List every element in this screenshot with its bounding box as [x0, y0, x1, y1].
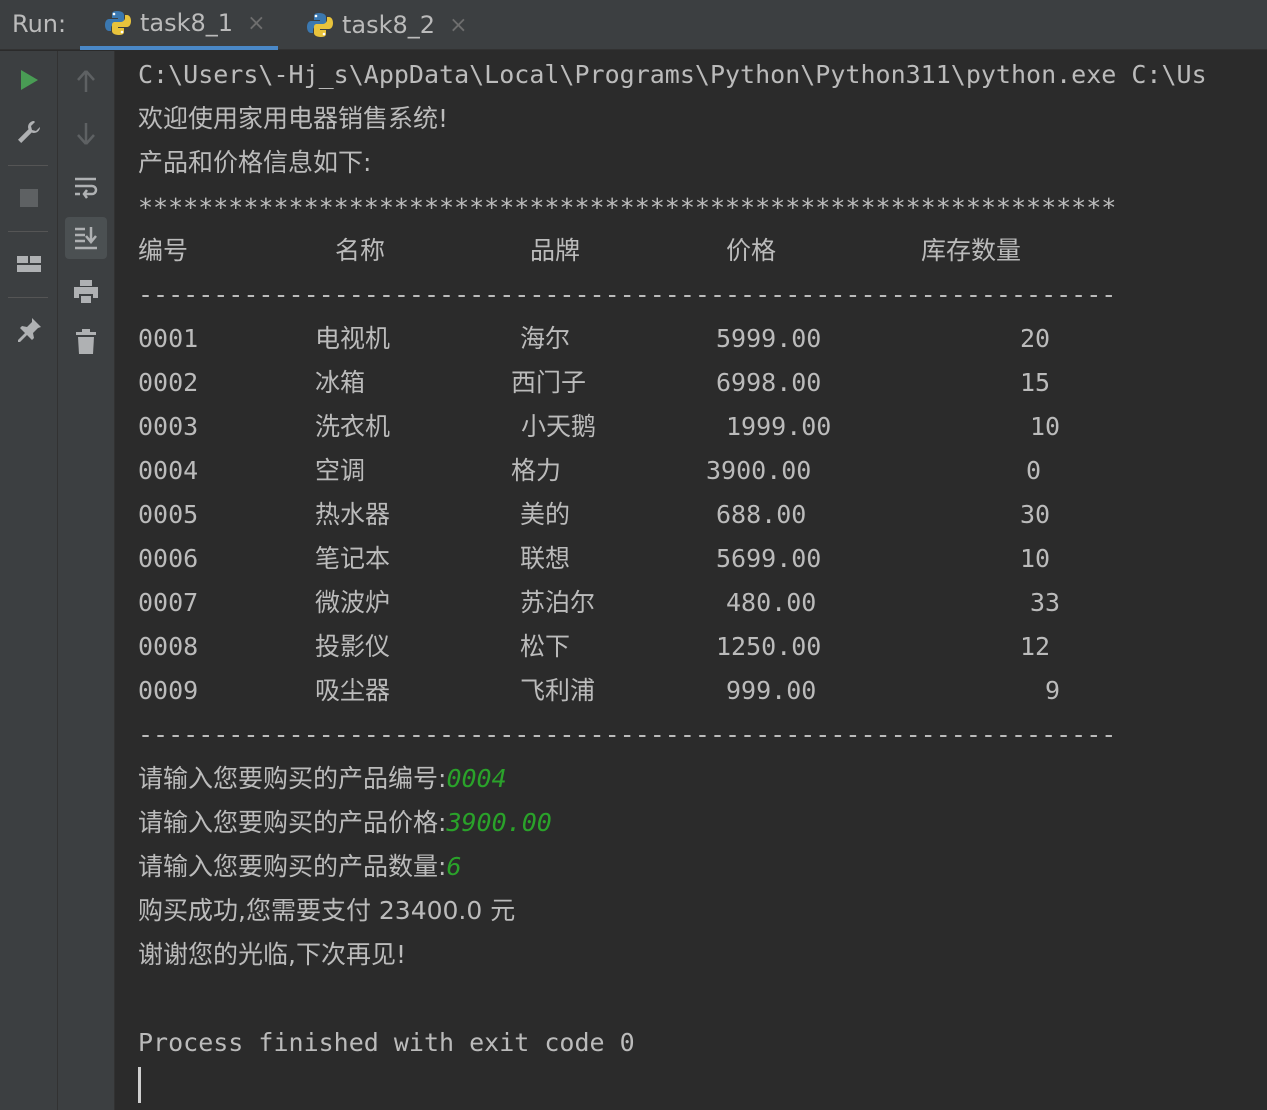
info-heading: 产品和价格信息如下: — [138, 148, 372, 177]
user-input-id: 0004 — [446, 764, 507, 793]
rerun-icon[interactable] — [8, 59, 50, 101]
table-header-id: 编号 — [138, 236, 189, 265]
toolbar-divider — [8, 297, 48, 298]
layout-icon[interactable] — [8, 243, 50, 285]
row-brand: 松下 — [520, 632, 571, 661]
exit-message: Process finished with exit code 0 — [138, 1028, 635, 1057]
row-stock: 9 — [1045, 676, 1061, 705]
prompt-text: 请输入您要购买的产品价格: — [138, 808, 447, 837]
row-brand: 美的 — [520, 500, 571, 529]
tab-label: task8_2 — [342, 11, 436, 39]
row-price: 480.00 — [726, 588, 817, 617]
row-price: 999.00 — [726, 676, 817, 705]
run-label: Run: — [12, 10, 67, 38]
row-price: 6998.00 — [716, 368, 822, 397]
toolbar-divider — [8, 231, 48, 232]
row-name: 笔记本 — [315, 544, 391, 573]
run-toolbar — [0, 51, 57, 1110]
table-header-brand: 品牌 — [530, 236, 581, 265]
dash-separator: ----------------------------------------… — [138, 280, 1117, 309]
row-brand: 联想 — [520, 544, 571, 573]
row-name: 吸尘器 — [315, 676, 391, 705]
prompt-product-price: 请输入您要购买的产品价格:3900.00 — [138, 808, 552, 838]
row-id: 0007 — [138, 588, 199, 617]
row-stock: 10 — [1020, 544, 1051, 573]
row-stock: 10 — [1030, 412, 1061, 441]
row-name: 洗衣机 — [315, 412, 391, 441]
table-header-price: 价格 — [726, 236, 777, 265]
row-stock: 33 — [1030, 588, 1061, 617]
purchase-success-line: 购买成功,您需要支付 23400.0 元 — [138, 896, 516, 925]
row-price: 5699.00 — [716, 544, 822, 573]
row-price: 1250.00 — [716, 632, 822, 661]
row-id: 0005 — [138, 500, 199, 529]
python-icon — [105, 11, 131, 35]
up-arrow-icon[interactable] — [65, 60, 107, 102]
console-output[interactable]: C:\Users\-Hj_s\AppData\Local\Programs\Py… — [115, 51, 1267, 1110]
stars-separator: ****************************************… — [138, 193, 1117, 222]
row-stock: 20 — [1020, 324, 1051, 353]
row-name: 热水器 — [315, 500, 391, 529]
text-caret — [138, 1067, 141, 1103]
down-arrow-icon[interactable] — [65, 113, 107, 155]
row-stock: 0 — [1026, 456, 1042, 485]
row-price: 3900.00 — [706, 456, 812, 485]
row-stock: 15 — [1020, 368, 1051, 397]
tab-task8-1[interactable]: task8_1 × — [80, 0, 278, 50]
prompt-text: 请输入您要购买的产品编号: — [138, 764, 447, 793]
toolbar-divider — [8, 165, 48, 166]
row-id: 0002 — [138, 368, 199, 397]
row-name: 投影仪 — [315, 632, 391, 661]
welcome-line: 欢迎使用家用电器销售系统! — [138, 104, 449, 133]
row-stock: 30 — [1020, 500, 1051, 529]
prompt-text: 请输入您要购买的产品数量: — [138, 852, 447, 881]
print-icon[interactable] — [65, 271, 107, 313]
row-id: 0001 — [138, 324, 199, 353]
row-id: 0006 — [138, 544, 199, 573]
row-brand: 格力 — [511, 456, 562, 485]
pin-icon[interactable] — [8, 309, 50, 351]
tab-task8-2[interactable]: task8_2 × — [282, 0, 472, 50]
row-id: 0008 — [138, 632, 199, 661]
prompt-product-id: 请输入您要购买的产品编号:0004 — [138, 764, 507, 794]
farewell-line: 谢谢您的光临,下次再见! — [138, 940, 406, 969]
close-icon[interactable]: × — [247, 11, 265, 36]
run-tool-window-header: Run: task8_1 × task8_2 × — [0, 0, 1267, 50]
python-icon — [307, 13, 333, 37]
stop-icon[interactable] — [8, 177, 50, 219]
prompt-product-qty: 请输入您要购买的产品数量:6 — [138, 852, 462, 882]
row-brand: 苏泊尔 — [520, 588, 596, 617]
row-brand: 海尔 — [520, 324, 571, 353]
row-brand: 小天鹅 — [521, 412, 597, 441]
command-line: C:\Users\-Hj_s\AppData\Local\Programs\Py… — [138, 60, 1207, 89]
row-brand: 飞利浦 — [520, 676, 596, 705]
user-input-qty: 6 — [446, 852, 462, 881]
wrench-icon[interactable] — [8, 111, 50, 153]
row-brand: 西门子 — [511, 368, 587, 397]
console-toolbar — [57, 51, 115, 1110]
row-stock: 12 — [1020, 632, 1051, 661]
row-price: 5999.00 — [716, 324, 822, 353]
row-name: 空调 — [315, 456, 366, 485]
row-price: 1999.00 — [726, 412, 832, 441]
trash-icon[interactable] — [65, 321, 107, 363]
row-id: 0009 — [138, 676, 199, 705]
table-header-stock: 库存数量 — [921, 236, 1022, 265]
row-name: 冰箱 — [315, 368, 366, 397]
soft-wrap-icon[interactable] — [65, 166, 107, 208]
tab-label: task8_1 — [140, 9, 234, 37]
row-id: 0004 — [138, 456, 199, 485]
row-price: 688.00 — [716, 500, 807, 529]
row-name: 电视机 — [315, 324, 391, 353]
dash-separator: ----------------------------------------… — [138, 720, 1117, 749]
user-input-price: 3900.00 — [446, 808, 552, 837]
table-header-name: 名称 — [335, 236, 386, 265]
scroll-to-end-icon[interactable] — [65, 217, 107, 259]
row-id: 0003 — [138, 412, 199, 441]
row-name: 微波炉 — [315, 588, 391, 617]
close-icon[interactable]: × — [449, 13, 467, 38]
